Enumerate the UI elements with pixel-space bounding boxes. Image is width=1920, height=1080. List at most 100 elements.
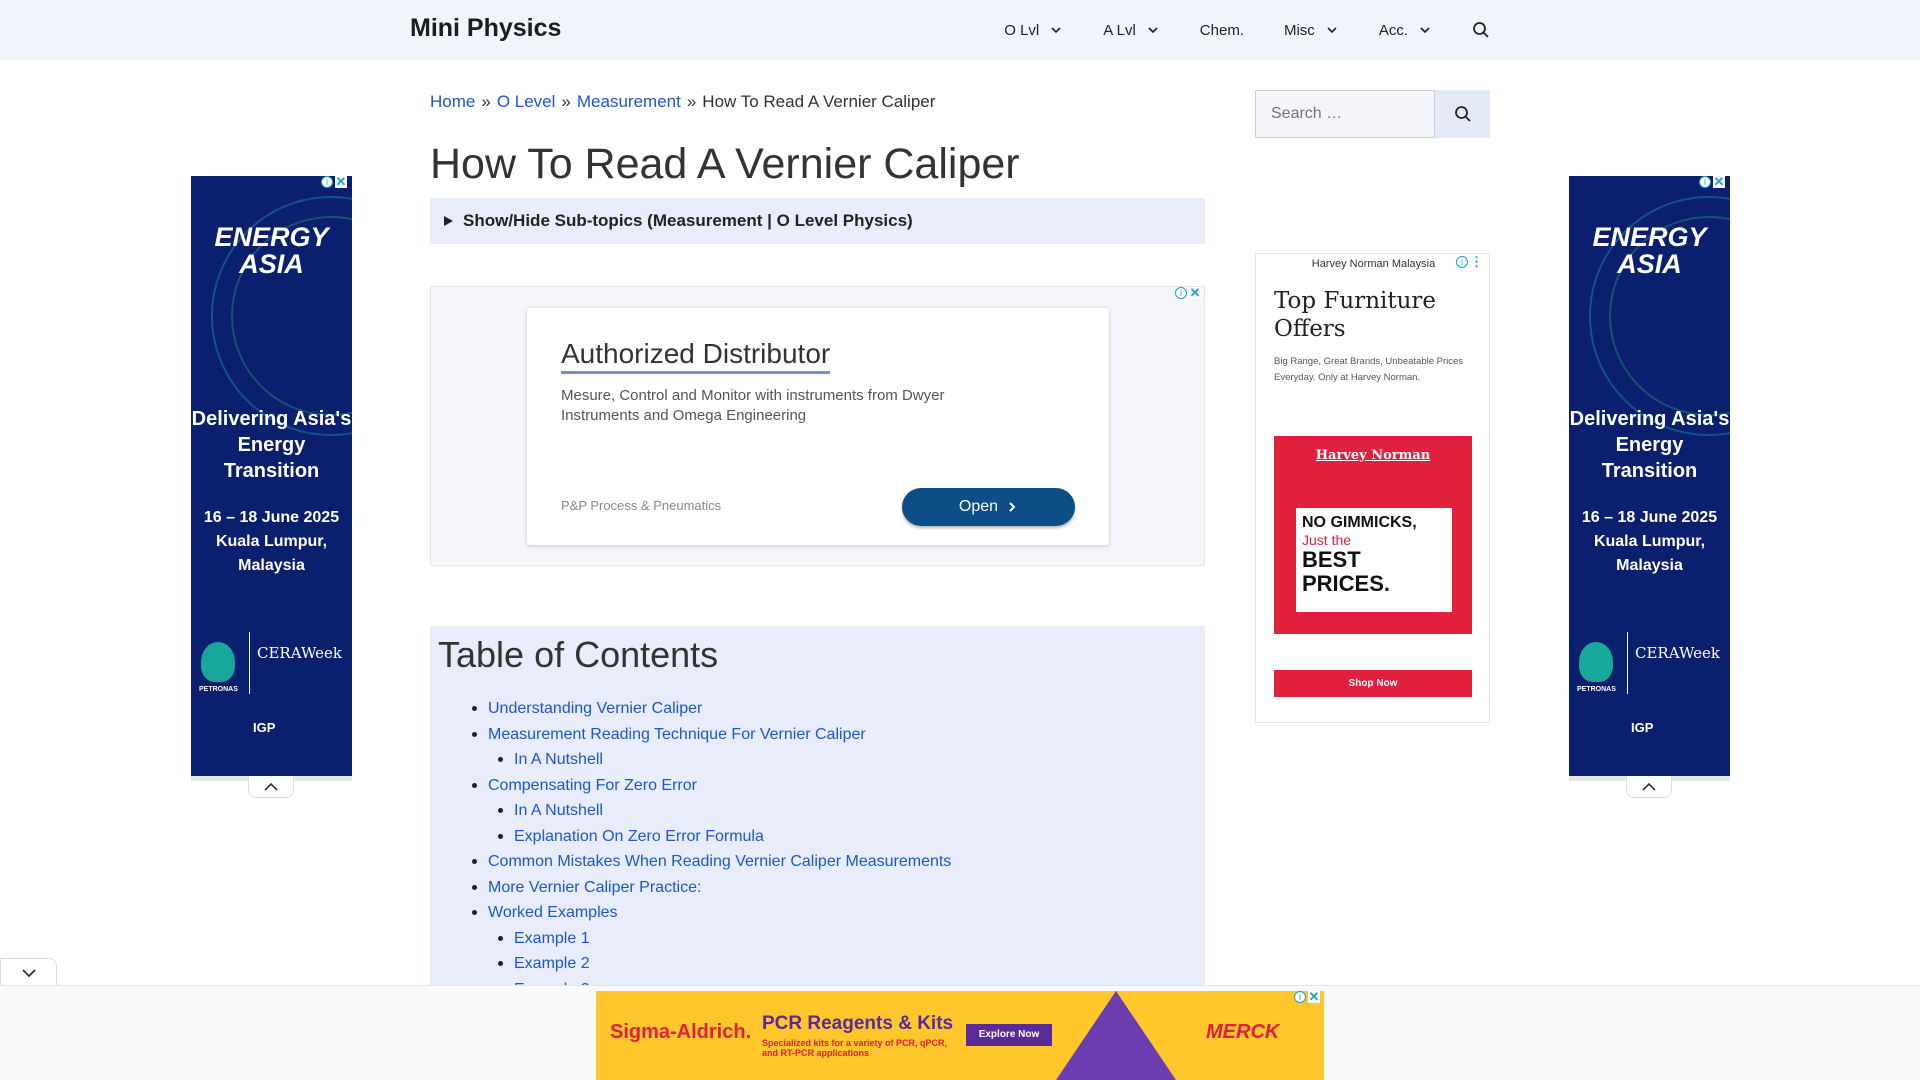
shop-now-button[interactable]: Shop Now [1274,670,1472,697]
info-icon[interactable]: i [1294,991,1306,1003]
ad-card[interactable]: Authorized Distributor Mesure, Control a… [527,308,1109,545]
ad-banner-image[interactable]: Harvey Norman NO GIMMICKS, Just the BEST… [1274,436,1472,634]
toc-item: Common Mistakes When Reading Vernier Cal… [471,849,951,875]
info-icon[interactable]: i [1699,176,1711,188]
skyscraper-collapse-bar [191,776,352,798]
toc-link[interactable]: More Vernier Caliper Practice: [488,879,701,896]
ad-decoration [1056,991,1176,1080]
table-of-contents: Table of Contents Understanding Vernier … [430,626,1205,998]
toc-item: Explanation On Zero Error Formula [497,824,951,850]
sidebar-search [1255,90,1490,138]
toc-link[interactable]: Compensating For Zero Error [488,777,697,794]
banner-line: BEST PRICES. [1302,547,1391,596]
search-submit-button[interactable] [1435,90,1490,138]
content-ad[interactable]: Authorized Distributor Mesure, Control a… [430,286,1205,566]
search-icon [1454,106,1471,122]
explore-now-button[interactable]: Explore Now [966,1024,1052,1046]
ad-brand: Sigma-Aldrich. [610,1021,752,1043]
breadcrumb-o-level[interactable]: O Level [497,92,556,111]
toc-item: In A Nutshell [497,798,951,824]
close-icon[interactable]: ✕ [335,176,347,188]
ad-open-button[interactable]: Open [902,488,1075,526]
nav-label: A Lvl [1103,21,1136,39]
ad-body: Big Range, Great Brands, Unbeatable Pric… [1274,356,1464,383]
toc-list: Understanding Vernier Caliper Measuremen… [471,696,951,1002]
ad-brand-secondary: MERCK [1206,1021,1280,1043]
bottom-anchor-ad[interactable]: Sigma-Aldrich. PCR Reagents & Kits Speci… [596,991,1324,1080]
nav-item-o-level[interactable]: O Lvl [984,0,1083,60]
more-options-icon[interactable]: ⋮ [1470,255,1483,268]
nav-label: Chem. [1199,21,1244,39]
ad-tagline: Delivering Asia's Energy Transition [1569,408,1730,482]
divider [249,632,250,694]
partner-name: CERAWeek [1635,644,1720,662]
close-icon[interactable]: ✕ [1713,176,1725,188]
nav-label: O Lvl [1004,21,1040,39]
chevron-right-icon [1009,502,1016,512]
breadcrumb-current: How To Read A Vernier Caliper [702,92,936,111]
search-input[interactable] [1255,90,1435,138]
site-title[interactable]: Mini Physics [410,14,561,43]
toc-item: More Vernier Caliper Practice: [471,875,951,901]
ad-partners: PETRONAS CERAWeek IGP [199,628,344,768]
info-icon[interactable]: i [1175,287,1187,299]
ad-dates: 16 – 18 June 2025 Kuala Lumpur, Malaysia [1581,509,1718,574]
subtopics-toggle[interactable]: Show/Hide Sub-topics (Measurement | O Le… [430,198,1205,244]
close-icon[interactable]: ✕ [1189,286,1201,299]
ad-choices[interactable]: i ✕ [1699,176,1725,188]
toc-link[interactable]: Common Mistakes When Reading Vernier Cal… [488,853,951,870]
nav-item-accounting[interactable]: Acc. [1359,0,1452,60]
breadcrumb: Home » O Level » Measurement » How To Read A V… [430,92,935,112]
main-nav: O Lvl A Lvl Chem. Misc Acc. [984,0,1490,60]
toc-item: Understanding Vernier Caliper [471,696,951,722]
nav-label: Acc. [1378,21,1408,39]
ad-choices[interactable]: i ✕ [321,176,347,188]
partner-name: CERAWeek [257,644,342,662]
nav-item-chemistry[interactable]: Chem. [1180,0,1264,60]
ad-choices[interactable]: i ✕ [1294,991,1320,1003]
nav-search-button[interactable] [1452,0,1490,60]
chevron-up-icon [1642,782,1656,791]
collapse-bottom-ad-button[interactable] [0,958,57,986]
ad-source: P&P Process & Pneumatics [561,498,722,513]
breadcrumb-separator: » [561,92,571,111]
info-icon[interactable]: i [1456,256,1468,268]
nav-item-a-level[interactable]: A Lvl [1083,0,1180,60]
toc-link[interactable]: Worked Examples [488,904,618,921]
toc-link[interactable]: Example 2 [514,955,590,972]
ad-brand: ENERGY ASIA [1592,222,1707,279]
breadcrumb-home[interactable]: Home [430,92,475,111]
chevron-down-icon [1327,27,1337,34]
ad-choices[interactable]: i ✕ [1175,286,1201,299]
toc-link[interactable]: Example 1 [514,930,590,947]
toc-item: Compensating For Zero Error [471,773,951,799]
breadcrumb-measurement[interactable]: Measurement [577,92,681,111]
ad-headline[interactable]: Authorized Distributor [561,338,831,374]
search-icon [1473,22,1489,38]
site-header: Mini Physics O Lvl A Lvl Chem. Misc Acc. [0,0,1920,60]
toc-title: Table of Contents [438,634,719,675]
breadcrumb-separator: » [686,92,697,111]
ad-partners: PETRONAS CERAWeek IGP [1577,628,1722,768]
partner-name: IGP [1631,720,1654,735]
collapse-ad-button[interactable] [248,776,294,798]
disclosure-triangle-icon [444,216,453,226]
ad-open-label: Open [958,498,999,515]
toc-link[interactable]: In A Nutshell [514,802,603,819]
ad-choices[interactable]: i ⋮ [1456,255,1483,268]
ad-headline[interactable]: Top Furniture Offers [1274,287,1489,343]
toc-link[interactable]: Explanation On Zero Error Formula [514,828,764,845]
skyscraper-ad-left[interactable]: ENERGY ASIA Delivering Asia's Energy Tra… [191,176,352,776]
close-icon[interactable]: ✕ [1308,991,1320,1003]
nav-item-misc[interactable]: Misc [1264,0,1359,60]
skyscraper-ad-right[interactable]: ENERGY ASIA Delivering Asia's Energy Tra… [1569,176,1730,776]
info-icon[interactable]: i [321,176,333,188]
collapse-ad-button[interactable] [1626,776,1672,798]
sidebar-ad[interactable]: Harvey Norman Malaysia i ⋮ Top Furniture… [1255,253,1490,723]
breadcrumb-separator: » [481,92,491,111]
toc-item: In A Nutshell [497,747,951,773]
toc-link[interactable]: Understanding Vernier Caliper [488,700,702,717]
toc-link[interactable]: Measurement Reading Technique For Vernie… [488,726,866,743]
chevron-down-icon [1148,27,1158,34]
toc-link[interactable]: In A Nutshell [514,751,603,768]
